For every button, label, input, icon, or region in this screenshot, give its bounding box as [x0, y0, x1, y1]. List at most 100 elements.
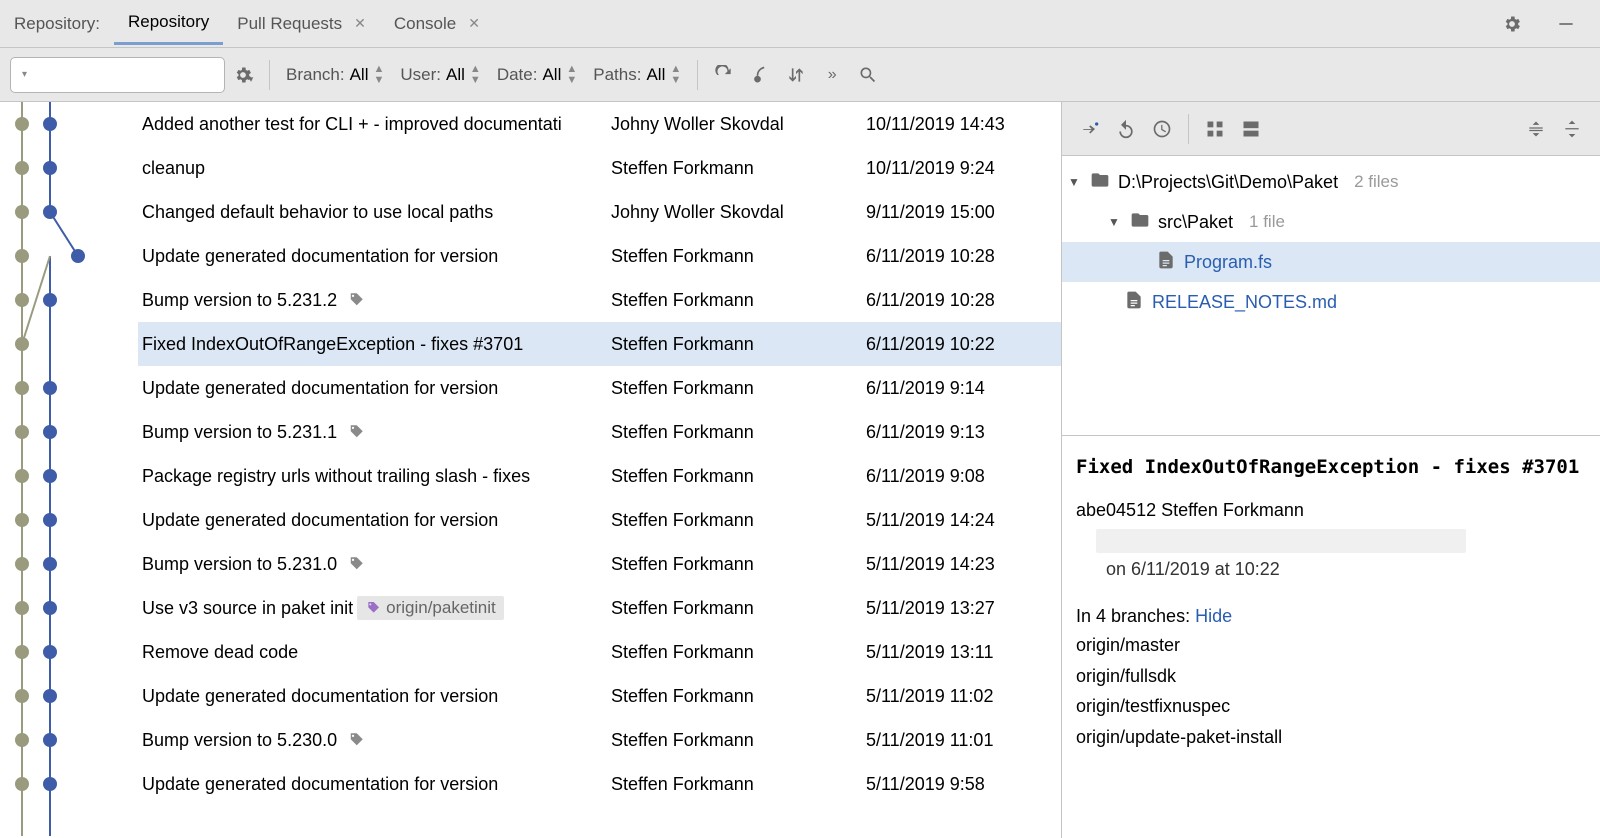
filter-label: User: — [400, 65, 441, 85]
undo-icon[interactable] — [1108, 111, 1144, 147]
commit-row[interactable]: Update generated documentation for versi… — [138, 674, 1061, 718]
layout-icon[interactable] — [1233, 111, 1269, 147]
more-button[interactable]: » — [814, 57, 850, 93]
commit-author: Steffen Forkmann — [611, 730, 866, 751]
commits-pane: Added another test for CLI + - improved … — [0, 102, 1062, 838]
filter-paths[interactable]: Paths:All▲▼ — [585, 64, 689, 86]
folder-icon — [1130, 210, 1150, 235]
grid-view-icon[interactable] — [1197, 111, 1233, 147]
commit-details: Fixed IndexOutOfRangeException - fixes #… — [1062, 436, 1600, 770]
commit-row[interactable]: Bump version to 5.231.2Steffen Forkmann6… — [138, 278, 1061, 322]
caret-down-icon: ▼ — [1108, 215, 1122, 229]
tab-repository[interactable]: Repository — [114, 2, 223, 45]
commit-row[interactable]: Use v3 source in paket initorigin/paketi… — [138, 586, 1061, 630]
commit-date: 5/11/2019 13:27 — [866, 598, 1061, 619]
branch-badge[interactable]: origin/paketinit — [357, 596, 504, 620]
commit-date: 6/11/2019 9:13 — [866, 422, 1061, 443]
filter-user[interactable]: User:All▲▼ — [392, 64, 488, 86]
tab-label: Console — [394, 14, 456, 34]
commit-message: Bump version to 5.230.0 — [138, 730, 611, 751]
repository-label: Repository: — [14, 14, 100, 34]
filter-date[interactable]: Date:All▲▼ — [489, 64, 585, 86]
commit-date: 5/11/2019 11:02 — [866, 686, 1061, 707]
commit-hash: abe04512 — [1076, 500, 1156, 520]
find-button[interactable] — [850, 57, 886, 93]
commit-row[interactable]: Package registry urls without trailing s… — [138, 454, 1061, 498]
filter-value: All — [446, 65, 465, 85]
redacted-line — [1096, 529, 1466, 553]
tree-file[interactable]: RELEASE_NOTES.md — [1062, 282, 1600, 322]
commit-row[interactable]: Remove dead codeSteffen Forkmann5/11/201… — [138, 630, 1061, 674]
commits-list: Added another test for CLI + - improved … — [138, 102, 1061, 838]
file-icon — [1124, 290, 1144, 315]
tag-icon — [347, 291, 365, 309]
filter-label: Branch: — [286, 65, 345, 85]
branch-name: origin/testfixnuspec — [1076, 692, 1586, 721]
hide-link[interactable]: Hide — [1195, 606, 1232, 626]
search-input[interactable]: ▾ — [10, 57, 225, 93]
commit-graph — [0, 102, 138, 838]
commit-author: Steffen Forkmann — [611, 598, 866, 619]
folder-icon — [1090, 170, 1110, 195]
sort-arrows-icon: ▲▼ — [374, 64, 385, 86]
filter-branch[interactable]: Branch: All ▲▼ — [278, 64, 392, 86]
cherry-pick-button[interactable] — [742, 57, 778, 93]
commit-row[interactable]: Bump version to 5.231.1Steffen Forkmann6… — [138, 410, 1061, 454]
search-field[interactable] — [35, 66, 234, 83]
commit-row[interactable]: Update generated documentation for versi… — [138, 762, 1061, 806]
commit-author: Johny Woller Skovdal — [611, 114, 866, 135]
tab-label: Pull Requests — [237, 14, 342, 34]
commit-date: 6/11/2019 9:08 — [866, 466, 1061, 487]
commit-row[interactable]: Update generated documentation for versi… — [138, 498, 1061, 542]
commit-row[interactable]: cleanupSteffen Forkmann10/11/2019 9:24 — [138, 146, 1061, 190]
tab-console[interactable]: Console ✕ — [380, 2, 494, 45]
commit-author: Steffen Forkmann — [611, 334, 866, 355]
expand-all-icon[interactable] — [1554, 111, 1590, 147]
sort-arrows-icon: ▲▼ — [670, 64, 681, 86]
commit-message: Use v3 source in paket initorigin/paketi… — [138, 596, 611, 620]
commit-message: Bump version to 5.231.2 — [138, 290, 611, 311]
commit-author: Steffen Forkmann — [611, 422, 866, 443]
top-tabs-bar: Repository: RepositoryPull Requests✕Cons… — [0, 0, 1600, 48]
commit-author: Johny Woller Skovdal — [611, 202, 866, 223]
commit-message: Changed default behavior to use local pa… — [138, 202, 611, 223]
commit-date: 10/11/2019 9:24 — [866, 158, 1061, 179]
details-pane: ▼ D:\Projects\Git\Demo\Paket 2 files ▼ s… — [1062, 102, 1600, 838]
tree-file[interactable]: Program.fs — [1062, 242, 1600, 282]
sort-button[interactable] — [778, 57, 814, 93]
commit-row[interactable]: Update generated documentation for versi… — [138, 234, 1061, 278]
tree-root-count: 2 files — [1354, 172, 1398, 192]
details-toolbar — [1062, 102, 1600, 156]
tree-folder[interactable]: ▼ src\Paket 1 file — [1062, 202, 1600, 242]
commit-row[interactable]: Update generated documentation for versi… — [138, 366, 1061, 410]
filter-value: All — [350, 65, 369, 85]
commit-message: Update generated documentation for versi… — [138, 686, 611, 707]
refresh-button[interactable] — [706, 57, 742, 93]
commit-row[interactable]: Bump version to 5.230.0Steffen Forkmann5… — [138, 718, 1061, 762]
minimize-icon[interactable] — [1548, 6, 1584, 42]
commit-author: Steffen Forkmann — [611, 158, 866, 179]
tree-file-name: Program.fs — [1184, 252, 1272, 273]
tab-pull-requests[interactable]: Pull Requests ✕ — [223, 2, 380, 45]
commit-row[interactable]: Changed default behavior to use local pa… — [138, 190, 1061, 234]
close-icon[interactable]: ✕ — [468, 15, 480, 32]
tree-root[interactable]: ▼ D:\Projects\Git\Demo\Paket 2 files — [1062, 162, 1600, 202]
tag-icon — [347, 731, 365, 749]
commit-date: 9/11/2019 15:00 — [866, 202, 1061, 223]
commit-date: 6/11/2019 9:14 — [866, 378, 1061, 399]
close-icon[interactable]: ✕ — [354, 15, 366, 32]
filter-settings-button[interactable]: ▾ — [225, 57, 261, 93]
commit-row[interactable]: Bump version to 5.231.0Steffen Forkmann5… — [138, 542, 1061, 586]
commit-author: Steffen Forkmann — [611, 246, 866, 267]
collapse-all-icon[interactable] — [1518, 111, 1554, 147]
tab-label: Repository — [128, 12, 209, 32]
history-icon[interactable] — [1144, 111, 1180, 147]
filter-label: Date: — [497, 65, 538, 85]
commit-row[interactable]: Fixed IndexOutOfRangeException - fixes #… — [138, 322, 1061, 366]
gear-icon[interactable] — [1494, 6, 1530, 42]
tag-icon — [347, 555, 365, 573]
commit-row[interactable]: Added another test for CLI + - improved … — [138, 102, 1061, 146]
navigate-icon[interactable] — [1072, 111, 1108, 147]
branch-list: origin/masterorigin/fullsdkorigin/testfi… — [1076, 631, 1586, 752]
commit-meta: abe04512 Steffen Forkmann — [1076, 496, 1586, 525]
